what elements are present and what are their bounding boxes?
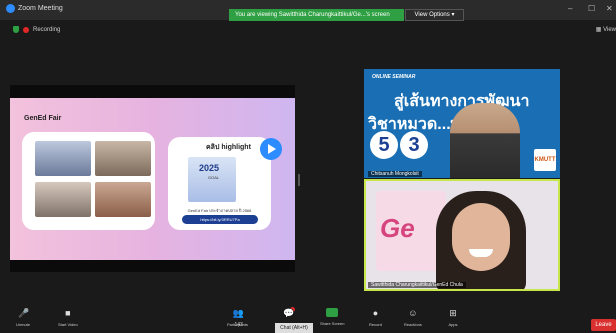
share-screen-icon [326, 308, 339, 317]
highlight-link: https://bit.ly/3RRU7Pa [182, 215, 258, 224]
participants-button[interactable]: 👥143 Participants [227, 308, 248, 328]
highlight-thumbnail: 2025 GOAL [188, 157, 236, 202]
kmutt-logo: KMUTT [534, 149, 556, 171]
participants-icon: 👥143 [232, 308, 244, 328]
video-off-icon: ■ [65, 308, 71, 318]
shield-icon [13, 26, 19, 33]
slide: GenEd Fair คลิป highlight 2025 GOAL GenE… [10, 98, 295, 260]
event-photo [95, 141, 151, 176]
participant-face [452, 203, 510, 271]
participant-name: Chitsanuh Mongkolsit [368, 171, 422, 177]
meeting-toolbar: 🎤 Unmute ■ Start Video 👥143 Participants… [0, 305, 616, 333]
participant-name: Sawitthida Charungkaittikul/GenEd Chula [368, 282, 466, 288]
play-icon [260, 138, 282, 160]
apps-label: Apps [448, 322, 458, 327]
view-options-label: View Options [414, 12, 450, 18]
start-video-label: Start Video [58, 322, 78, 327]
start-video-button[interactable]: ■ Start Video [58, 308, 78, 327]
minimize-button[interactable]: – [568, 4, 572, 13]
reactions-icon: ☺ [408, 308, 418, 318]
leave-button[interactable]: Leave [591, 319, 616, 331]
close-button[interactable]: ✕ [606, 4, 613, 13]
shared-screen: GenEd Fair คลิป highlight 2025 GOAL GenE… [10, 85, 295, 272]
share-screen-button[interactable]: Share Screen [320, 308, 344, 326]
view-options-button[interactable]: View Options ▾ [405, 9, 464, 21]
highlight-title: คลิป highlight [206, 144, 251, 151]
highlight-caption: GenEd Fair ประจำภาคปลาย ปี 2566 [187, 208, 252, 213]
chat-tooltip: Chat (Alt+H) [275, 323, 313, 333]
participant-person [450, 103, 520, 178]
unmute-button[interactable]: 🎤 Unmute [16, 308, 30, 327]
event-photo [35, 182, 91, 217]
reactions-label: Reactions [404, 322, 422, 327]
apps-button[interactable]: ⊞ Apps [448, 308, 458, 327]
window-title: Zoom Meeting [18, 5, 63, 12]
participants-label: Participants [227, 322, 248, 327]
record-icon: ● [372, 308, 379, 318]
seminar-number: 3 [400, 131, 428, 159]
zoom-logo-icon [6, 4, 15, 13]
smile [469, 249, 493, 257]
thumbnail-sub: GOAL [208, 175, 220, 180]
viewing-screen-banner: You are viewing Sawitthida Charungkaitti… [229, 9, 404, 21]
view-button[interactable]: ▦ View [596, 26, 616, 33]
share-screen-label: Share Screen [320, 321, 345, 326]
thumbnail-logo: 2025 [199, 163, 220, 173]
reactions-button[interactable]: ☺ Reactions [404, 308, 422, 327]
mic-muted-icon: 🎤 [18, 308, 30, 318]
record-button[interactable]: ● Record [369, 308, 382, 327]
gened-logo-text: Ge [380, 213, 415, 243]
record-dot-icon [23, 26, 29, 33]
event-photo [95, 182, 151, 217]
seminar-number: 5 [370, 131, 398, 159]
active-speaker-video[interactable]: Ge Sawitthida Charungkaittikul/GenEd Chu… [364, 179, 560, 291]
view-label: View [603, 27, 616, 33]
chat-button[interactable]: 💬 [283, 308, 295, 318]
event-photo [35, 141, 91, 176]
recording-indicator: Recording [13, 26, 60, 33]
maximize-button[interactable]: ☐ [588, 4, 595, 13]
chat-icon: 💬 [283, 308, 295, 318]
slide-title: GenEd Fair [24, 115, 62, 122]
unmute-label: Unmute [16, 322, 31, 327]
participant-video[interactable]: ONLINE SEMINAR สู่เส้นทางการพัฒนา วิชาหม… [364, 69, 560, 178]
apps-icon: ⊞ [449, 308, 457, 318]
record-label: Record [369, 322, 382, 327]
panel-divider-handle[interactable] [298, 174, 300, 186]
highlight-card: คลิป highlight 2025 GOAL GenEd Fair ประจ… [168, 137, 271, 230]
app-title: Zoom Meeting [6, 4, 63, 13]
seminar-tag: ONLINE SEMINAR [372, 74, 416, 80]
recording-label: Recording [33, 26, 61, 33]
photo-card [22, 132, 155, 230]
